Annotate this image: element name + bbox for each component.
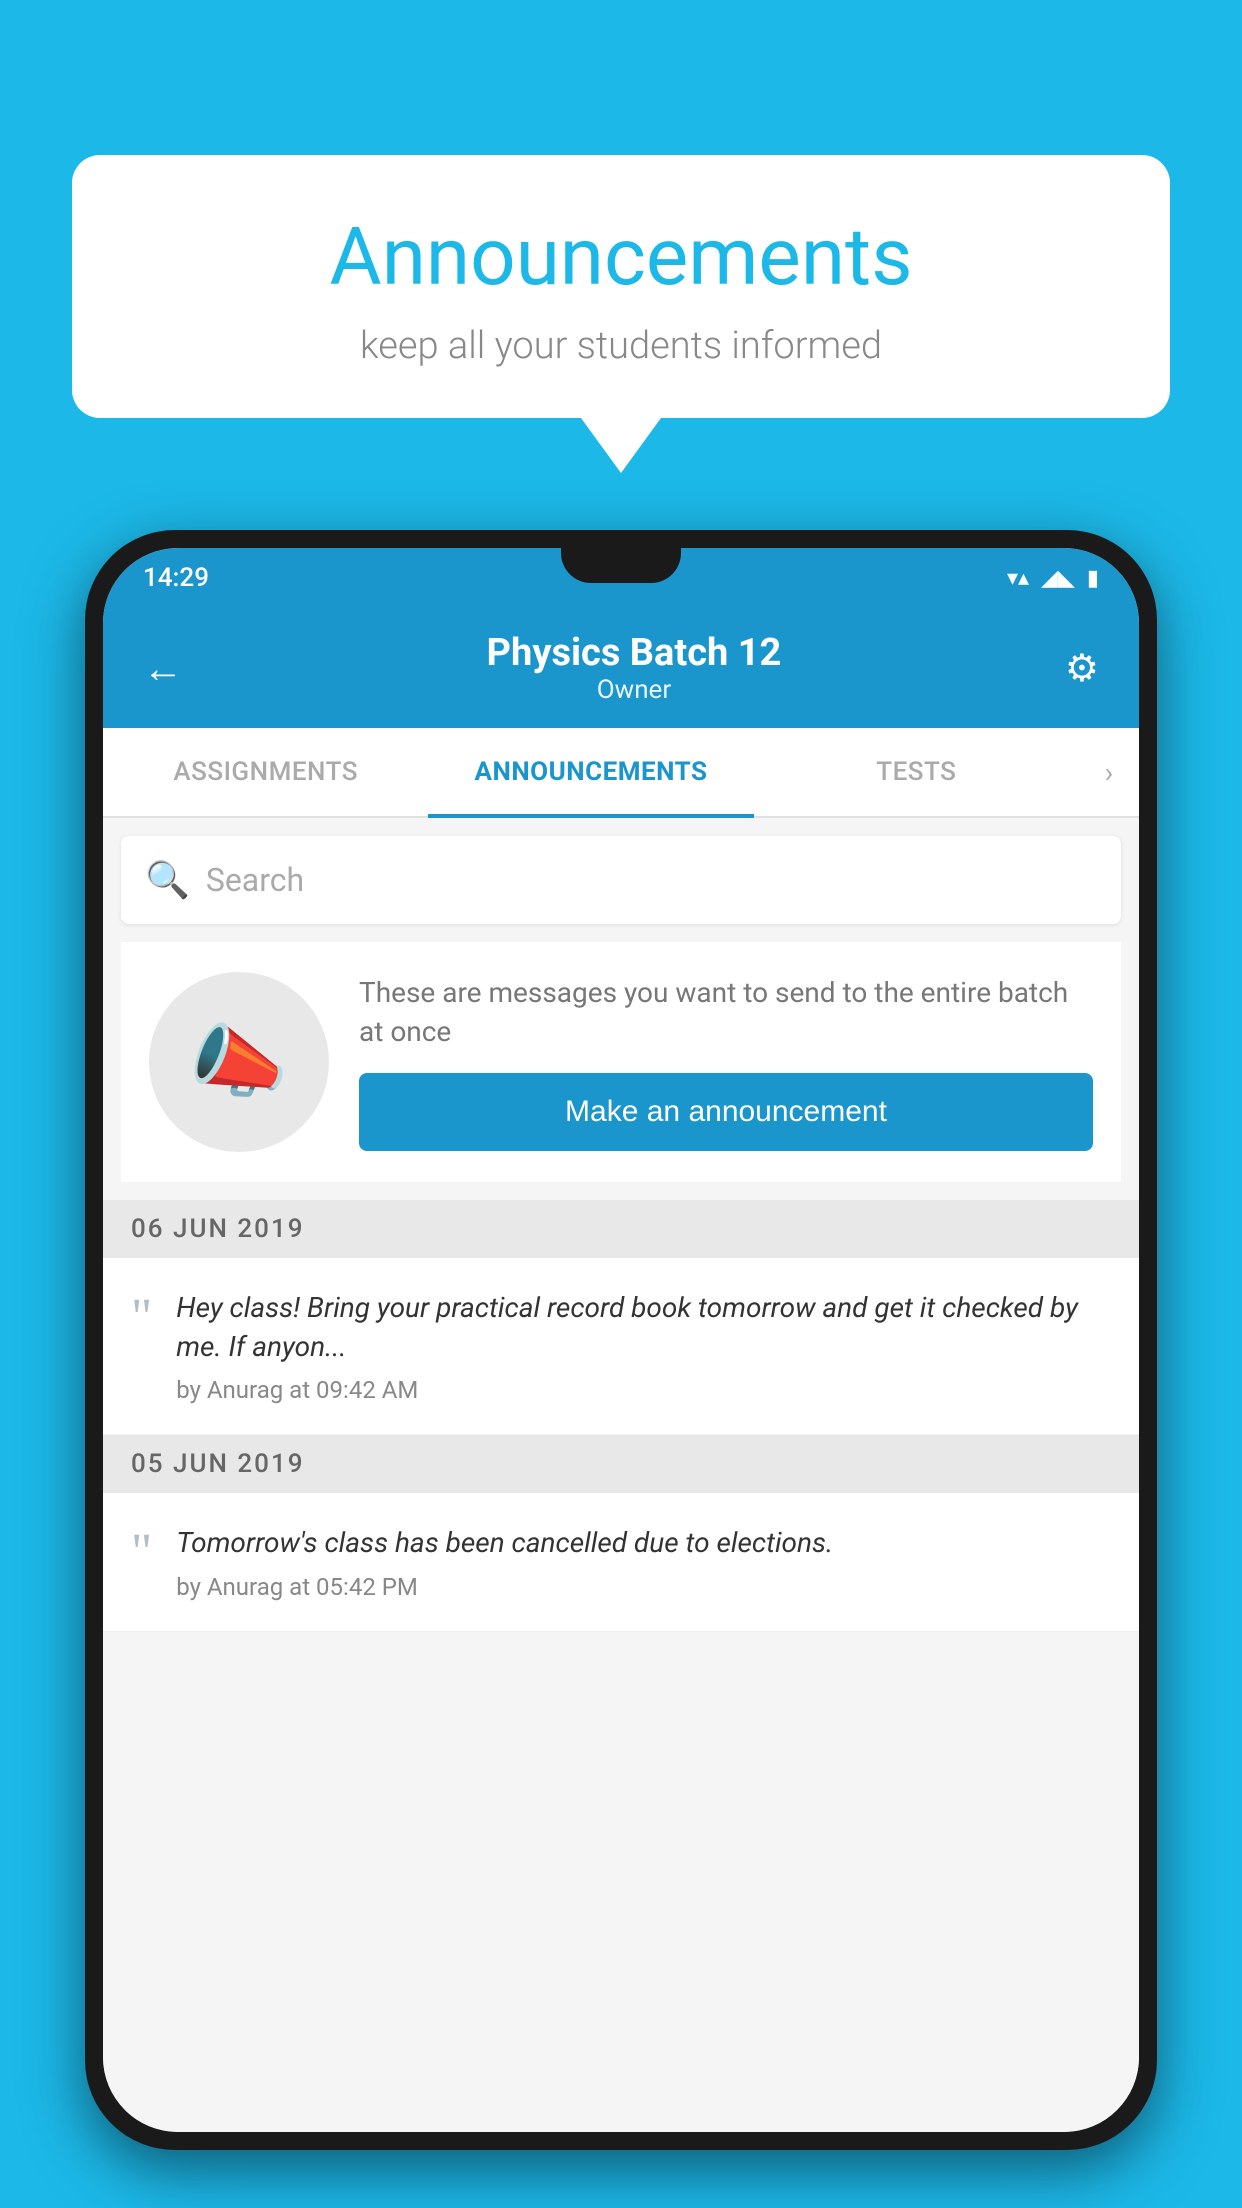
- content-area: 🔍 Search 📣 These are messages you want t…: [103, 818, 1139, 2132]
- announcement-message-2: Tomorrow's class has been cancelled due …: [176, 1523, 1111, 1562]
- status-icons: ▾▴ ◢◣ ▮: [1007, 566, 1099, 591]
- tab-announcements[interactable]: ANNOUNCEMENTS: [428, 728, 753, 816]
- prompt-description: These are messages you want to send to t…: [359, 973, 1093, 1051]
- phone-container: 14:29 ▾▴ ◢◣ ▮ ← Physics Batch 12 Owner ⚙: [85, 530, 1157, 2208]
- speech-bubble-arrow: [581, 418, 661, 473]
- phone-inner: 14:29 ▾▴ ◢◣ ▮ ← Physics Batch 12 Owner ⚙: [103, 548, 1139, 2132]
- tab-assignments[interactable]: ASSIGNMENTS: [103, 728, 428, 816]
- settings-button[interactable]: ⚙: [1055, 636, 1109, 701]
- app-bar-title: Physics Batch 12: [213, 631, 1055, 675]
- date-separator-2: 05 JUN 2019: [103, 1435, 1139, 1493]
- tab-more[interactable]: ›: [1079, 728, 1139, 816]
- announcement-text-group-1: Hey class! Bring your practical record b…: [176, 1288, 1111, 1404]
- announcement-item-2[interactable]: " Tomorrow's class has been cancelled du…: [103, 1493, 1139, 1631]
- announcement-prompt: 📣 These are messages you want to send to…: [121, 942, 1121, 1182]
- app-bar: ← Physics Batch 12 Owner ⚙: [103, 608, 1139, 728]
- speech-bubble-title: Announcements: [132, 210, 1110, 304]
- announcement-item-1[interactable]: " Hey class! Bring your practical record…: [103, 1258, 1139, 1435]
- app-bar-subtitle: Owner: [213, 675, 1055, 705]
- make-announcement-button[interactable]: Make an announcement: [359, 1073, 1093, 1151]
- app-bar-title-group: Physics Batch 12 Owner: [213, 631, 1055, 705]
- announcement-prompt-text: These are messages you want to send to t…: [359, 973, 1093, 1151]
- announcement-meta-2: by Anurag at 05:42 PM: [176, 1573, 1111, 1601]
- tab-tests[interactable]: TESTS: [754, 728, 1079, 816]
- search-icon: 🔍: [145, 859, 190, 901]
- tabs-bar: ASSIGNMENTS ANNOUNCEMENTS TESTS ›: [103, 728, 1139, 818]
- search-bar[interactable]: 🔍 Search: [121, 836, 1121, 924]
- back-button[interactable]: ←: [133, 635, 193, 702]
- quote-icon-2: ": [131, 1527, 152, 1579]
- announcement-message-1: Hey class! Bring your practical record b…: [176, 1288, 1111, 1366]
- date-separator-1: 06 JUN 2019: [103, 1200, 1139, 1258]
- notch: [561, 548, 681, 583]
- status-bar: 14:29 ▾▴ ◢◣ ▮: [103, 548, 1139, 608]
- announcement-icon-circle: 📣: [149, 972, 329, 1152]
- megaphone-icon: 📣: [189, 1015, 289, 1109]
- speech-bubble-subtitle: keep all your students informed: [132, 324, 1110, 368]
- quote-icon-1: ": [131, 1292, 152, 1344]
- speech-bubble-section: Announcements keep all your students inf…: [72, 155, 1170, 473]
- wifi-icon: ▾▴: [1007, 566, 1029, 591]
- signal-icon: ◢◣: [1041, 566, 1075, 591]
- announcement-text-group-2: Tomorrow's class has been cancelled due …: [176, 1523, 1111, 1600]
- speech-bubble-card: Announcements keep all your students inf…: [72, 155, 1170, 418]
- status-time: 14:29: [143, 563, 209, 593]
- battery-icon: ▮: [1087, 566, 1099, 591]
- announcement-meta-1: by Anurag at 09:42 AM: [176, 1376, 1111, 1404]
- search-input-placeholder: Search: [206, 861, 304, 899]
- phone-outer: 14:29 ▾▴ ◢◣ ▮ ← Physics Batch 12 Owner ⚙: [85, 530, 1157, 2150]
